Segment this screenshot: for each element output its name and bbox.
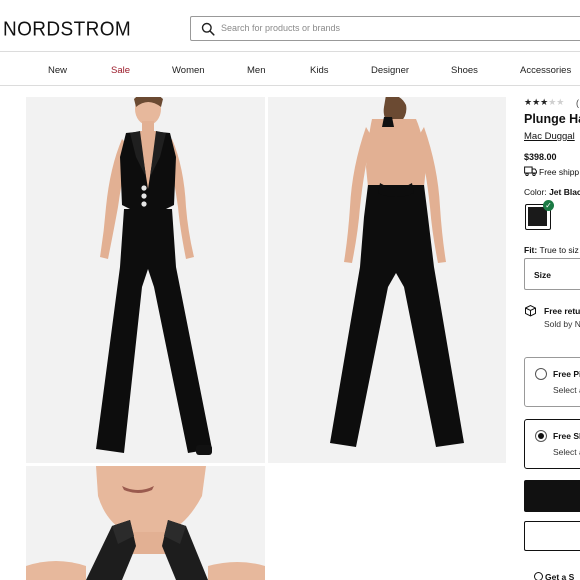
model-back-illustration bbox=[330, 97, 464, 447]
gift-text: Get a S bbox=[545, 572, 575, 580]
nordstrom-logo[interactable]: NORDSTROM bbox=[3, 18, 131, 41]
shipping-option-title: Free Sh bbox=[553, 431, 580, 441]
nav-item-new[interactable]: New bbox=[48, 65, 67, 76]
pickup-radio[interactable] bbox=[535, 368, 547, 380]
color-value: Jet Blac bbox=[549, 187, 580, 197]
rating-stars[interactable]: ★★★★★ bbox=[524, 98, 564, 107]
nav-item-women[interactable]: Women bbox=[172, 65, 205, 76]
check-icon: ✓ bbox=[543, 200, 554, 211]
model-front-illustration bbox=[96, 97, 212, 455]
gift-promo[interactable]: Get a S bbox=[534, 572, 574, 580]
shipping-info: Free shipp bbox=[524, 166, 579, 177]
product-image-front[interactable] bbox=[26, 97, 265, 463]
product-image-detail[interactable] bbox=[26, 466, 265, 580]
pickup-title: Free Pi bbox=[553, 369, 580, 379]
shipping-radio[interactable] bbox=[535, 430, 547, 442]
category-nav: New Sale Women Men Kids Designer Shoes A… bbox=[0, 52, 580, 86]
nav-item-shoes[interactable]: Shoes bbox=[451, 65, 478, 76]
product-price: $398.00 bbox=[524, 152, 557, 162]
fit-info: Fit: True to siz bbox=[524, 245, 579, 255]
search-bar[interactable]: Search for products or brands bbox=[190, 16, 580, 41]
nav-item-men[interactable]: Men bbox=[247, 65, 265, 76]
nav-item-sale[interactable]: Sale bbox=[111, 65, 130, 76]
size-dropdown[interactable]: Size bbox=[524, 258, 580, 290]
pickup-option[interactable]: Free Pi Select a bbox=[524, 357, 580, 407]
color-selection: Color: Jet Blac bbox=[524, 187, 580, 197]
search-input[interactable]: Search for products or brands bbox=[221, 23, 340, 33]
returns-title: Free retu bbox=[544, 306, 580, 316]
add-to-bag-button[interactable] bbox=[524, 480, 580, 512]
product-image-back[interactable] bbox=[268, 97, 506, 463]
rating-count[interactable]: ( bbox=[576, 98, 579, 108]
color-label: Color: bbox=[524, 187, 547, 197]
secondary-action-button[interactable] bbox=[524, 521, 580, 551]
brand-link[interactable]: Mac Duggal bbox=[524, 131, 575, 142]
search-icon[interactable] bbox=[201, 22, 215, 36]
returns-info: Free retu Sold by N bbox=[524, 304, 580, 334]
truck-icon bbox=[524, 166, 537, 176]
star-empty-icon: ★★ bbox=[548, 97, 565, 107]
gift-icon bbox=[534, 572, 543, 580]
star-icon: ★★★ bbox=[524, 97, 549, 107]
sold-by-text: Sold by N bbox=[544, 319, 580, 329]
nav-item-designer[interactable]: Designer bbox=[371, 65, 409, 76]
size-label: Size bbox=[534, 270, 552, 280]
color-swatch-jet-black[interactable]: ✓ bbox=[525, 200, 554, 230]
pickup-sub: Select a bbox=[553, 385, 580, 395]
return-box-icon bbox=[525, 304, 536, 317]
shipping-option-sub: Select a bbox=[553, 447, 580, 457]
fit-value: True to siz bbox=[539, 245, 579, 255]
shipping-option[interactable]: Free Sh Select a bbox=[524, 419, 580, 469]
shipping-text: Free shipp bbox=[539, 167, 580, 177]
model-detail-illustration bbox=[26, 466, 265, 580]
site-header: NORDSTROM Search for products or brands bbox=[0, 0, 580, 52]
fit-label: Fit: bbox=[524, 245, 538, 255]
nav-item-accessories[interactable]: Accessories bbox=[520, 65, 571, 76]
product-title: Plunge Ha bbox=[524, 112, 580, 126]
nav-item-kids[interactable]: Kids bbox=[310, 65, 328, 76]
